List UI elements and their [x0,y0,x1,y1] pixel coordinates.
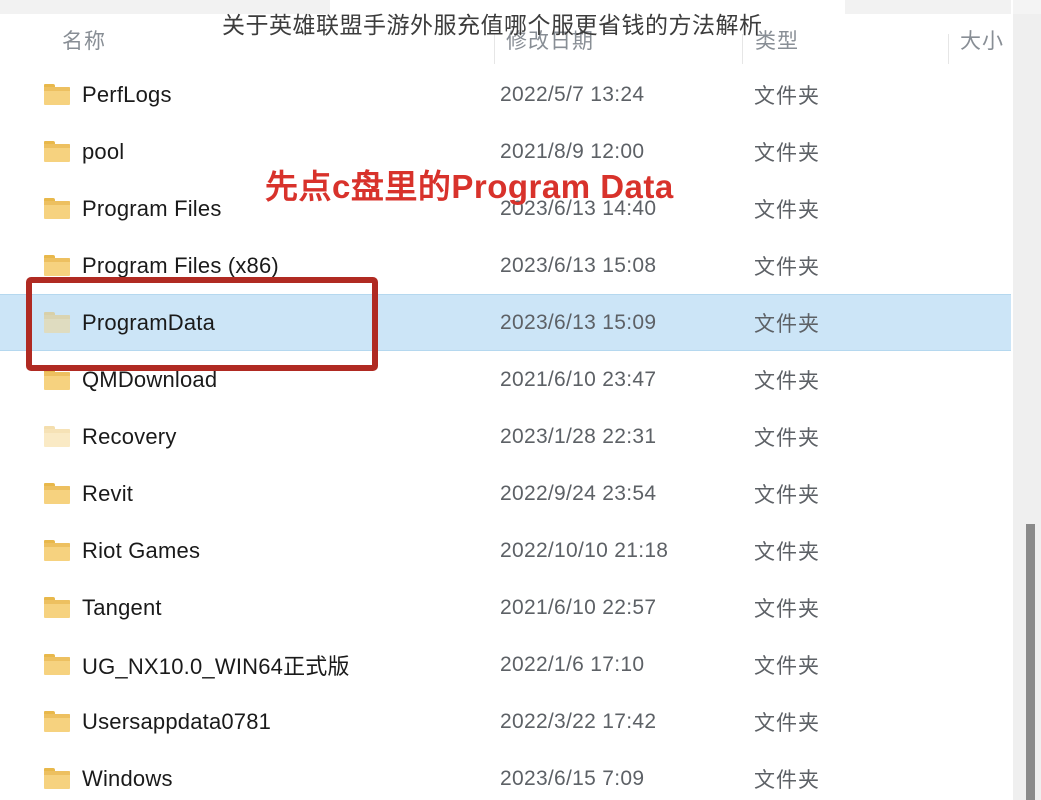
file-row-name-cell[interactable]: PerfLogs [44,82,172,108]
column-divider-type-size[interactable] [948,34,949,64]
file-row[interactable]: UG_NX10.0_WIN64正式版 2022/1/6 17:10 文件夹 [0,636,1013,693]
file-row-name-cell[interactable]: Usersappdata0781 [44,709,271,735]
file-date-modified: 2023/6/13 15:09 [500,310,657,334]
file-date-modified: 2023/1/28 22:31 [500,424,657,448]
file-name-label: Revit [82,480,134,506]
annotation-highlight-box [26,277,378,371]
file-name-label: pool [82,138,125,164]
file-name-label: Usersappdata0781 [82,708,272,734]
file-row[interactable]: Windows 2023/6/15 7:09 文件夹 [0,750,1013,800]
file-name-label: Windows [82,765,173,791]
column-header-name[interactable]: 名称 [62,14,106,66]
file-row-name-cell[interactable]: UG_NX10.0_WIN64正式版 [44,649,350,681]
file-name-label: Riot Games [82,537,201,563]
folder-icon [44,141,70,162]
folder-icon [44,198,70,219]
file-row[interactable]: PerfLogs 2022/5/7 13:24 文件夹 [0,66,1013,123]
folder-icon [44,84,70,105]
file-type: 文件夹 [754,483,820,507]
file-row[interactable]: Recovery 2023/1/28 22:31 文件夹 [0,408,1013,465]
file-type: 文件夹 [754,768,820,792]
file-row[interactable]: Tangent 2021/6/10 22:57 文件夹 [0,579,1013,636]
file-row-name-cell[interactable]: Tangent [44,595,162,621]
file-name-label: Tangent [82,594,162,620]
file-name-label: Program Files [82,195,222,221]
file-date-modified: 2021/6/10 23:47 [500,367,657,391]
folder-icon [44,255,70,276]
file-date-modified: 2022/3/22 17:42 [500,709,657,733]
file-type: 文件夹 [754,426,820,450]
file-row-name-cell[interactable]: Riot Games [44,538,200,564]
file-date-modified: 2023/6/13 15:08 [500,253,657,277]
folder-icon [44,369,70,390]
file-date-modified: 2022/10/10 21:18 [500,538,669,562]
file-type: 文件夹 [754,312,820,336]
vertical-scrollbar-track[interactable] [1013,14,1041,800]
file-type: 文件夹 [754,198,820,222]
file-date-modified: 2023/6/15 7:09 [500,766,645,790]
file-row-name-cell[interactable]: Revit [44,481,133,507]
file-type: 文件夹 [754,654,820,678]
folder-icon [44,654,70,675]
file-row-name-cell[interactable]: Program Files (x86) [44,253,279,279]
file-type: 文件夹 [754,84,820,108]
file-date-modified: 2022/9/24 23:54 [500,481,657,505]
file-type: 文件夹 [754,597,820,621]
file-row[interactable]: Revit 2022/9/24 23:54 文件夹 [0,465,1013,522]
annotation-red-text: 先点c盘里的Program Data [265,168,674,205]
folder-icon [44,426,70,447]
file-name-label: Recovery [82,423,177,449]
file-type: 文件夹 [754,255,820,279]
file-row[interactable]: Riot Games 2022/10/10 21:18 文件夹 [0,522,1013,579]
folder-icon [44,711,70,732]
file-name-label: UG_NX10.0_WIN64正式版 [82,653,350,679]
file-type: 文件夹 [754,369,820,393]
file-row-name-cell[interactable]: Program Files [44,196,222,222]
file-date-modified: 2021/6/10 22:57 [500,595,657,619]
folder-icon [44,768,70,789]
file-name-label: Program Files (x86) [82,252,279,278]
file-row[interactable]: Usersappdata0781 2022/3/22 17:42 文件夹 [0,693,1013,750]
file-row-name-cell[interactable]: pool [44,139,124,165]
column-header-size[interactable]: 大小 [960,14,1004,66]
file-row-name-cell[interactable]: Windows [44,766,173,792]
folder-icon [44,540,70,561]
folder-icon [44,483,70,504]
folder-icon [44,597,70,618]
file-row-name-cell[interactable]: Recovery [44,424,177,450]
file-date-modified: 2022/1/6 17:10 [500,652,645,676]
vertical-scrollbar-thumb[interactable] [1026,524,1035,800]
file-type: 文件夹 [754,711,820,735]
file-name-label: PerfLogs [82,81,172,107]
page-title-overlay: 关于英雄联盟手游外服充值哪个服更省钱的方法解析 [222,12,763,38]
scrollbar-corner [1013,0,1041,14]
file-explorer-window: 名称 修改日期 类型 大小 PerfLogs 2022/5/7 13:24 文件夹 p… [0,0,1041,800]
file-type: 文件夹 [754,540,820,564]
file-date-modified: 2022/5/7 13:24 [500,82,645,106]
file-type: 文件夹 [754,141,820,165]
